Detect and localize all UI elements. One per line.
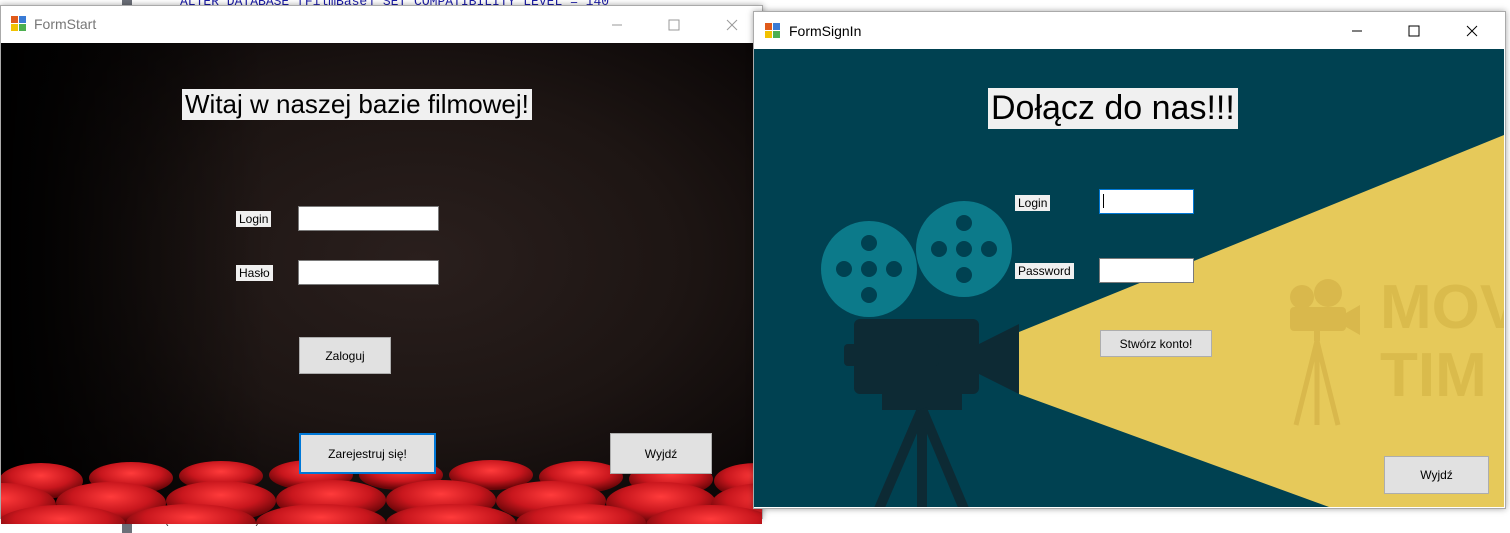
register-button[interactable]: Zarejestruj się!	[299, 433, 436, 474]
exit-button[interactable]: Wyjdź	[610, 433, 712, 474]
form-signin-window: FormSignIn MOV TIM Dołącz do nas!!! Logi…	[753, 11, 1506, 509]
watermark-camera-icon	[1290, 279, 1360, 426]
movie-time-watermark: MOVI TIM	[1284, 277, 1504, 437]
maximize-icon[interactable]	[1391, 12, 1437, 49]
close-icon[interactable]	[709, 6, 755, 43]
minimize-icon[interactable]	[1334, 12, 1380, 49]
maximize-icon[interactable]	[651, 6, 697, 43]
winforms-app-icon	[11, 16, 27, 32]
login-input[interactable]	[1099, 189, 1194, 214]
exit-button[interactable]: Wyjdź	[1384, 456, 1489, 494]
password-input[interactable]	[1099, 258, 1194, 283]
login-label: Login	[1015, 195, 1051, 211]
page-title: Witaj w naszej bazie filmowej!	[182, 89, 532, 121]
create-account-button[interactable]: Stwórz konto!	[1100, 330, 1212, 357]
form-signin-titlebar[interactable]: FormSignIn	[754, 12, 1505, 49]
text-caret	[1103, 194, 1104, 208]
login-button[interactable]: Zaloguj	[299, 337, 391, 374]
login-input[interactable]	[298, 206, 439, 231]
minimize-icon[interactable]	[594, 6, 640, 43]
form-signin-title: FormSignIn	[789, 23, 862, 39]
watermark-line-2: TIM	[1380, 341, 1487, 410]
form-start-titlebar[interactable]: FormStart	[1, 6, 762, 43]
form-start-window: FormStart Witaj w naszej bazie filmowej!…	[0, 5, 763, 524]
password-label: Hasło	[236, 265, 273, 281]
form-start-title: FormStart	[34, 16, 97, 32]
form-signin-client: MOVI TIM	[754, 49, 1504, 507]
watermark-line-1: MOVI	[1380, 273, 1504, 342]
winforms-app-icon	[765, 23, 781, 39]
password-label: Password	[1015, 263, 1074, 279]
film-projector-image	[821, 201, 1019, 507]
login-label: Login	[236, 211, 272, 227]
password-input[interactable]	[298, 260, 439, 285]
page-title: Dołącz do nas!!!	[988, 88, 1238, 129]
form-start-client: Witaj w naszej bazie filmowej! Login Has…	[1, 43, 762, 524]
close-icon[interactable]	[1449, 12, 1495, 49]
